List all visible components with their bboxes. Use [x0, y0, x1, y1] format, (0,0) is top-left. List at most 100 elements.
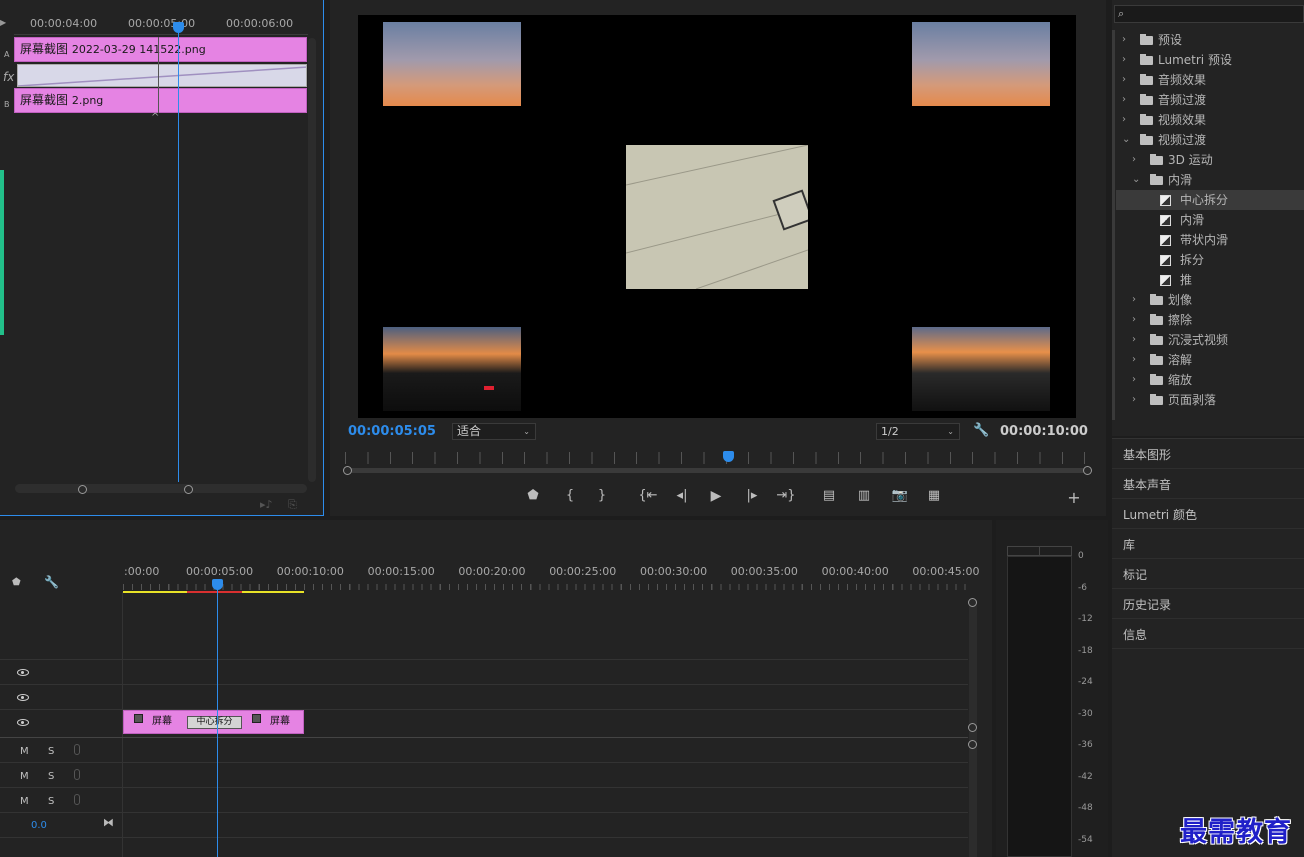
step-back-button[interactable]: ◂|: [671, 488, 693, 503]
chevron-right-icon[interactable]: ›: [1132, 150, 1136, 170]
chevron-right-icon[interactable]: ›: [1132, 350, 1136, 370]
source-clip-a[interactable]: 屏幕截图 2022-03-29 141522.png: [14, 37, 307, 62]
mute-button[interactable]: M: [20, 771, 29, 782]
effects-scrollbar[interactable]: [1112, 30, 1115, 420]
source-clip-b[interactable]: 屏幕截图 2.png: [14, 88, 307, 113]
go-to-in-button[interactable]: {⇤: [637, 488, 659, 503]
program-zoom-bar[interactable]: [348, 468, 1088, 473]
chevron-right-icon[interactable]: ›: [1132, 290, 1136, 310]
transition-badge[interactable]: 中心拆分: [187, 716, 242, 729]
side-panel-tab[interactable]: 历史记录: [1123, 596, 1171, 613]
timeline-wrench-icon[interactable]: 🔧: [44, 575, 59, 589]
side-panel-tab[interactable]: 基本图形: [1123, 446, 1171, 463]
effects-tree-item[interactable]: 拆分: [1116, 250, 1304, 270]
effects-tree-item[interactable]: 推: [1116, 270, 1304, 290]
effects-tree-item[interactable]: › 音频效果: [1116, 70, 1304, 90]
effects-tree-item[interactable]: › 页面剥落: [1116, 390, 1304, 410]
chevron-right-icon[interactable]: ›: [1122, 30, 1126, 50]
track-row-v3[interactable]: [0, 659, 968, 660]
effects-tree-item[interactable]: ⌄ 视频过渡: [1116, 130, 1304, 150]
effects-tree-item[interactable]: › 音频过渡: [1116, 90, 1304, 110]
program-video-frame[interactable]: [358, 15, 1076, 418]
timeline-playhead-handle[interactable]: [212, 579, 223, 590]
play-audio-icon[interactable]: ▸♪: [260, 498, 273, 511]
effects-tree-item[interactable]: › Lumetri 预设: [1116, 50, 1304, 70]
effects-tree-item[interactable]: › 沉浸式视频: [1116, 330, 1304, 350]
master-expand-icon[interactable]: ⧓: [103, 816, 114, 829]
track-row-a1[interactable]: [0, 737, 968, 738]
microphone-icon[interactable]: [74, 744, 80, 755]
scroll-handle-right[interactable]: [184, 485, 193, 494]
alignment-caret-icon[interactable]: ^: [151, 112, 159, 123]
source-horizontal-scrollbar[interactable]: [15, 484, 307, 493]
solo-button[interactable]: S: [48, 796, 54, 807]
add-marker-button[interactable]: ⬟: [522, 488, 544, 503]
zoom-bar-left-handle[interactable]: [343, 466, 352, 475]
chevron-down-icon[interactable]: ⌄: [1122, 130, 1130, 150]
effects-tree-item[interactable]: ⌄ 内滑: [1116, 170, 1304, 190]
eye-icon[interactable]: [17, 669, 29, 676]
track-row-master[interactable]: [0, 812, 968, 813]
step-forward-button[interactable]: |▸: [741, 488, 763, 503]
side-panel-tab[interactable]: 信息: [1123, 626, 1147, 643]
effects-tree-item[interactable]: 内滑: [1116, 210, 1304, 230]
source-playhead-handle[interactable]: [173, 22, 184, 33]
chevron-right-icon[interactable]: ›: [1132, 310, 1136, 330]
effects-tree-item[interactable]: 中心拆分: [1116, 190, 1304, 210]
add-button[interactable]: +: [1063, 488, 1085, 507]
mute-button[interactable]: M: [20, 796, 29, 807]
side-panel-tab[interactable]: 库: [1123, 536, 1135, 553]
solo-button[interactable]: S: [48, 746, 54, 757]
source-ruler-arrow-icon[interactable]: ▶: [0, 18, 6, 27]
effects-tree-item[interactable]: › 划像: [1116, 290, 1304, 310]
chevron-right-icon[interactable]: ›: [1122, 90, 1126, 110]
track-row-a2[interactable]: [0, 762, 968, 763]
effects-tree-item[interactable]: › 擦除: [1116, 310, 1304, 330]
side-panel-tab[interactable]: 标记: [1123, 566, 1147, 583]
export-icon[interactable]: ⎘: [288, 498, 297, 512]
chevron-right-icon[interactable]: ›: [1122, 110, 1126, 130]
side-panel-tab[interactable]: 基本声音: [1123, 476, 1171, 493]
timeline-scroll-handle[interactable]: [968, 598, 977, 607]
solo-button[interactable]: S: [48, 771, 54, 782]
chevron-right-icon[interactable]: ›: [1132, 330, 1136, 350]
export-frame-button[interactable]: 📷: [889, 488, 911, 503]
chevron-right-icon[interactable]: ›: [1122, 70, 1126, 90]
resolution-select[interactable]: 1/2 ⌄: [876, 423, 960, 440]
track-row-a3[interactable]: [0, 787, 968, 788]
effects-tree-item[interactable]: › 预设: [1116, 30, 1304, 50]
zoom-fit-select[interactable]: 适合 ⌄: [452, 423, 536, 440]
compare-view-button[interactable]: ▦: [923, 488, 945, 503]
transition-track[interactable]: [17, 64, 307, 87]
master-volume-value[interactable]: 0.0: [31, 820, 47, 831]
program-mini-ruler[interactable]: [345, 452, 1090, 464]
lift-button[interactable]: ▤: [818, 488, 840, 503]
effects-tree-item[interactable]: 带状内滑: [1116, 230, 1304, 250]
wrench-icon[interactable]: 🔧: [973, 423, 989, 438]
effects-tree-item[interactable]: › 溶解: [1116, 350, 1304, 370]
program-playhead-handle[interactable]: [723, 451, 734, 462]
chevron-down-icon[interactable]: ⌄: [1132, 170, 1140, 190]
chevron-right-icon[interactable]: ›: [1132, 370, 1136, 390]
mark-out-button[interactable]: }: [591, 488, 613, 503]
track-row-v2[interactable]: [0, 684, 968, 685]
timeline-marker-icon[interactable]: ⬟: [12, 577, 21, 588]
eye-icon[interactable]: [17, 694, 29, 701]
effects-tree-item[interactable]: › 视频效果: [1116, 110, 1304, 130]
extract-button[interactable]: ▥: [853, 488, 875, 503]
program-timecode[interactable]: 00:00:05:05: [348, 424, 436, 439]
play-button[interactable]: ▶: [705, 488, 727, 504]
go-to-out-button[interactable]: ⇥}: [775, 488, 797, 503]
eye-icon[interactable]: [17, 719, 29, 726]
source-vertical-scrollbar[interactable]: [308, 38, 316, 482]
chevron-right-icon[interactable]: ›: [1132, 390, 1136, 410]
microphone-icon[interactable]: [74, 794, 80, 805]
scroll-handle-left[interactable]: [78, 485, 87, 494]
chevron-right-icon[interactable]: ›: [1122, 50, 1126, 70]
mute-button[interactable]: M: [20, 746, 29, 757]
microphone-icon[interactable]: [74, 769, 80, 780]
timeline-scroll-handle[interactable]: [968, 740, 977, 749]
effects-tree-item[interactable]: › 3D 运动: [1116, 150, 1304, 170]
effects-tree-item[interactable]: › 缩放: [1116, 370, 1304, 390]
timeline-scroll-handle[interactable]: [968, 723, 977, 732]
